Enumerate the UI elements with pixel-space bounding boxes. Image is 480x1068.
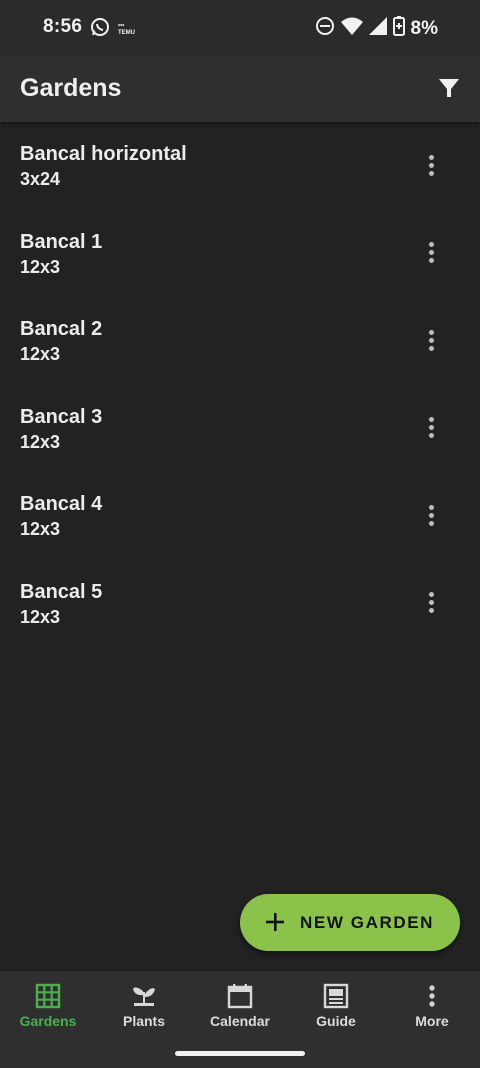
garden-list-item[interactable]: Bancal 3 12x3 xyxy=(0,385,480,473)
garden-name: Bancal horizontal xyxy=(20,143,187,165)
garden-size: 12x3 xyxy=(20,344,61,364)
sprout-icon xyxy=(131,983,157,1009)
more-vertical-icon[interactable] xyxy=(418,502,444,528)
garden-size: 12x3 xyxy=(20,519,61,539)
more-vertical-icon[interactable] xyxy=(418,327,444,353)
garden-list-item[interactable]: Bancal 1 12x3 xyxy=(0,210,480,298)
status-bar: 8:56 ••• TEMU 8% xyxy=(0,0,480,56)
nav-item-calendar[interactable]: Calendar xyxy=(192,981,288,1041)
nav-label: More xyxy=(415,1013,449,1029)
signal-icon xyxy=(368,17,387,40)
nav-item-plants[interactable]: Plants xyxy=(96,981,192,1041)
garden-name: Bancal 1 xyxy=(20,230,103,253)
garden-size: 12x3 xyxy=(20,431,61,452)
garden-name: Bancal 3 xyxy=(20,405,103,428)
garden-size: 3x24 xyxy=(20,169,61,189)
nav-item-more[interactable]: More xyxy=(384,981,480,1041)
app-bar: Gardens xyxy=(0,56,480,122)
nav-label: Guide xyxy=(316,1013,356,1029)
temu-label: TEMU xyxy=(118,29,135,36)
wifi-icon xyxy=(340,17,363,40)
more-vertical-icon[interactable] xyxy=(418,590,444,616)
more-vertical-icon[interactable] xyxy=(418,152,444,178)
new-garden-label: NEW GARDEN xyxy=(300,913,435,932)
nav-label: Plants xyxy=(122,1013,165,1029)
garden-list-item[interactable]: Bancal horizontal 3x24 xyxy=(0,122,480,210)
grid-icon xyxy=(35,983,61,1009)
do-not-disturb-icon xyxy=(315,16,335,41)
new-garden-button[interactable]: NEW GARDEN xyxy=(240,894,460,951)
system-icons: 8% xyxy=(315,16,438,41)
garden-list-item[interactable]: Bancal 4 12x3 xyxy=(0,472,480,560)
app-screen: 8:56 ••• TEMU 8% Gardens Bancal horizont… xyxy=(0,0,480,1068)
garden-list-item[interactable]: Bancal 5 12x3 xyxy=(0,560,480,648)
nav-label: Gardens xyxy=(19,1013,77,1029)
garden-list-item[interactable]: Bancal 2 12x3 xyxy=(0,297,480,385)
garden-name: Bancal 5 xyxy=(20,580,103,603)
nav-item-guide[interactable]: Guide xyxy=(288,981,384,1041)
garden-name: Bancal 4 xyxy=(20,493,103,515)
calendar-icon xyxy=(227,983,253,1009)
plus-icon xyxy=(264,911,286,933)
garden-size: 12x3 xyxy=(20,256,61,277)
garden-name: Bancal 2 xyxy=(20,318,103,340)
more-vertical-icon xyxy=(419,983,445,1009)
guide-icon xyxy=(323,983,349,1009)
battery-percent: 8% xyxy=(410,17,438,39)
garden-size: 12x3 xyxy=(20,606,61,627)
more-vertical-icon[interactable] xyxy=(418,415,444,441)
status-time: 8:56 xyxy=(43,16,83,37)
nav-item-gardens[interactable]: Gardens xyxy=(0,981,96,1041)
more-vertical-icon[interactable] xyxy=(418,240,444,266)
whatsapp-icon xyxy=(90,17,110,42)
garden-list: Bancal horizontal 3x24 Bancal 1 12x3 Ban… xyxy=(0,122,480,647)
page-title: Gardens xyxy=(20,74,122,102)
nav-label: Calendar xyxy=(210,1013,270,1029)
temu-icon: ••• TEMU xyxy=(118,22,135,36)
home-indicator[interactable] xyxy=(175,1051,305,1056)
notification-icons: ••• TEMU xyxy=(90,17,135,42)
filter-icon[interactable] xyxy=(436,75,462,101)
battery-icon xyxy=(392,16,405,41)
